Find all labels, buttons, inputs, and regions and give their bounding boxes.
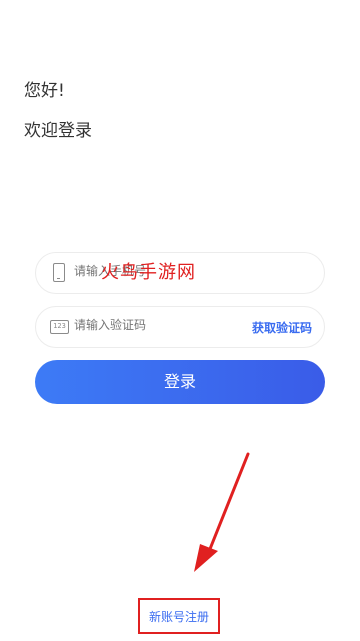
login-button[interactable]: 登录	[35, 360, 325, 404]
welcome-text: 欢迎登录	[24, 121, 92, 141]
arrow-icon	[194, 452, 250, 572]
get-code-button[interactable]: 获取验证码	[252, 319, 312, 336]
phone-icon	[53, 263, 65, 282]
watermark-text: 火鸟手游网	[101, 262, 196, 283]
login-page: 您好! 欢迎登录 123 获取验证码 登录 火鸟手游网 新账号注册	[0, 0, 360, 641]
code-field[interactable]: 123 获取验证码	[35, 306, 325, 348]
register-link[interactable]: 新账号注册	[140, 600, 218, 632]
greeting-text: 您好!	[24, 81, 65, 101]
register-highlight-box: 新账号注册	[138, 598, 220, 634]
code-input[interactable]	[74, 318, 264, 332]
code-icon: 123	[50, 320, 69, 334]
